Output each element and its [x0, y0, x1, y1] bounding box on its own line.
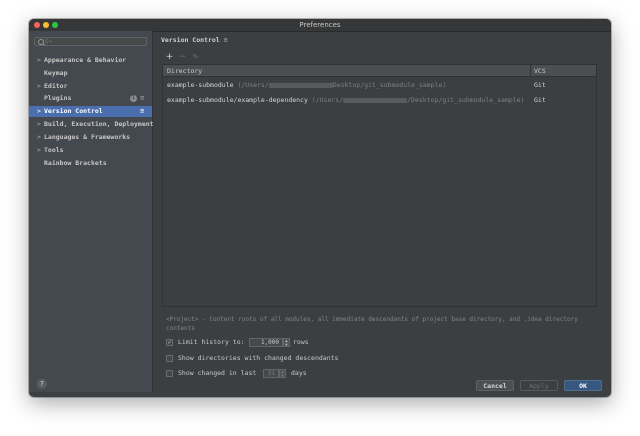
history-limit-stepper[interactable]: ▲ ▼	[283, 338, 290, 347]
sidebar-item-label: Build, Execution, Deployment	[44, 120, 154, 128]
limit-history-checkbox[interactable]: ✓	[166, 339, 173, 346]
cancel-button[interactable]: Cancel	[476, 380, 514, 391]
settings-sidebar: > Appearance & Behavior Keymap > Editor …	[29, 31, 154, 392]
apply-button[interactable]: Apply	[520, 380, 558, 391]
project-settings-icon: ≡	[140, 94, 145, 102]
chevron-right-icon[interactable]: >	[37, 119, 41, 130]
sidebar-item-keymap[interactable]: Keymap	[29, 68, 152, 79]
mapping-directory: example-submodule (/Users/Desktop/git_su…	[167, 79, 446, 92]
sidebar-item-label: Tools	[44, 146, 64, 154]
version-control-panel: Version Control ≡ + − ✎ Directory VCS exa…	[153, 31, 611, 397]
sidebar-item-languages-frameworks[interactable]: > Languages & Frameworks	[29, 132, 152, 143]
project-settings-icon: ≡	[223, 36, 228, 44]
changed-days-stepper[interactable]: ▲ ▼	[279, 369, 286, 378]
sidebar-item-rainbow-brackets[interactable]: Rainbow Brackets	[29, 158, 152, 169]
preferences-window: Preferences > Appearance & Behavior Keym…	[29, 19, 611, 397]
settings-search-input[interactable]	[45, 38, 145, 45]
history-limit-input[interactable]: 1,000	[249, 338, 283, 347]
column-header-directory[interactable]: Directory	[167, 67, 202, 75]
sidebar-item-label: Editor	[44, 82, 68, 90]
sidebar-item-appearance-behavior[interactable]: > Appearance & Behavior	[29, 55, 152, 66]
remove-icon[interactable]: −	[178, 52, 187, 62]
changed-days-unit: days	[291, 369, 307, 377]
sidebar-item-label: Plugins	[44, 94, 72, 102]
mapping-vcs: Git	[534, 96, 546, 104]
mapping-path: (/Users/ /Desktop/git_submodule_sample)	[312, 96, 525, 104]
sidebar-item-label: Keymap	[44, 69, 68, 77]
chevron-right-icon[interactable]: >	[37, 106, 41, 117]
chevron-right-icon[interactable]: >	[37, 145, 41, 156]
mapping-name: example-submodule	[167, 81, 234, 89]
sidebar-item-editor[interactable]: > Editor	[29, 81, 152, 92]
column-header-vcs[interactable]: VCS	[534, 67, 546, 75]
path-suffix: Desktop/git_submodule_sample)	[332, 81, 447, 89]
sidebar-item-version-control[interactable]: > Version Control ≡	[29, 106, 152, 117]
redacted-username	[343, 97, 408, 103]
help-button[interactable]: ?	[37, 379, 47, 389]
settings-search-field[interactable]	[34, 37, 147, 46]
path-prefix: (/Users/	[237, 81, 269, 89]
show-changed-descendants-label[interactable]: Show directories with changed descendant…	[178, 353, 338, 364]
mapping-directory: example-submodule/example-dependency (/U…	[167, 94, 525, 107]
redacted-username	[268, 82, 333, 88]
chevron-right-icon[interactable]: >	[37, 132, 41, 143]
changed-days-input[interactable]: 31	[263, 369, 279, 378]
mapping-path: (/Users/Desktop/git_submodule_sample)	[237, 81, 446, 89]
project-settings-icon: ≡	[140, 107, 145, 115]
table-row[interactable]: example-submodule/example-dependency (/U…	[163, 94, 596, 107]
sidebar-item-plugins[interactable]: Plugins 1 ≡	[29, 93, 152, 104]
sidebar-item-build-execution-deployment[interactable]: > Build, Execution, Deployment	[29, 119, 154, 130]
edit-icon[interactable]: ✎	[191, 52, 200, 62]
column-divider[interactable]	[530, 65, 531, 76]
mapping-vcs: Git	[534, 81, 546, 89]
breadcrumb: Version Control ≡	[161, 36, 228, 44]
project-roots-note: <Project> - Content roots of all modules…	[166, 316, 578, 332]
show-changed-in-last-checkbox[interactable]	[166, 370, 173, 377]
ok-button[interactable]: OK	[564, 380, 602, 391]
limit-history-label[interactable]: Limit history to:	[178, 337, 245, 348]
sidebar-item-tools[interactable]: > Tools	[29, 145, 152, 156]
search-icon	[38, 39, 44, 45]
chevron-right-icon[interactable]: >	[37, 81, 41, 92]
sidebar-item-label: Languages & Frameworks	[44, 133, 131, 141]
add-icon[interactable]: +	[165, 52, 174, 62]
vcs-mappings-table: Directory VCS example-submodule (/Users/…	[162, 64, 597, 307]
sidebar-item-label: Rainbow Brackets	[44, 159, 107, 167]
path-prefix: (/Users/	[311, 96, 344, 104]
table-row[interactable]: example-submodule (/Users/Desktop/git_su…	[163, 79, 596, 92]
chevron-right-icon[interactable]: >	[37, 55, 41, 66]
table-header: Directory VCS	[163, 65, 596, 77]
sidebar-item-label: Version Control	[44, 107, 103, 115]
updates-badge: 1	[130, 95, 137, 102]
sidebar-item-label: Appearance & Behavior	[44, 56, 127, 64]
show-changed-descendants-checkbox[interactable]	[166, 355, 173, 362]
window-title: Preferences	[299, 21, 341, 29]
path-suffix: /Desktop/git_submodule_sample)	[407, 96, 525, 104]
show-changed-in-last-label[interactable]: Show changed in last	[178, 368, 256, 379]
page-title: Version Control	[161, 36, 220, 44]
history-limit-unit: rows	[293, 338, 309, 346]
mapping-name: example-submodule/example-dependency	[167, 96, 308, 104]
